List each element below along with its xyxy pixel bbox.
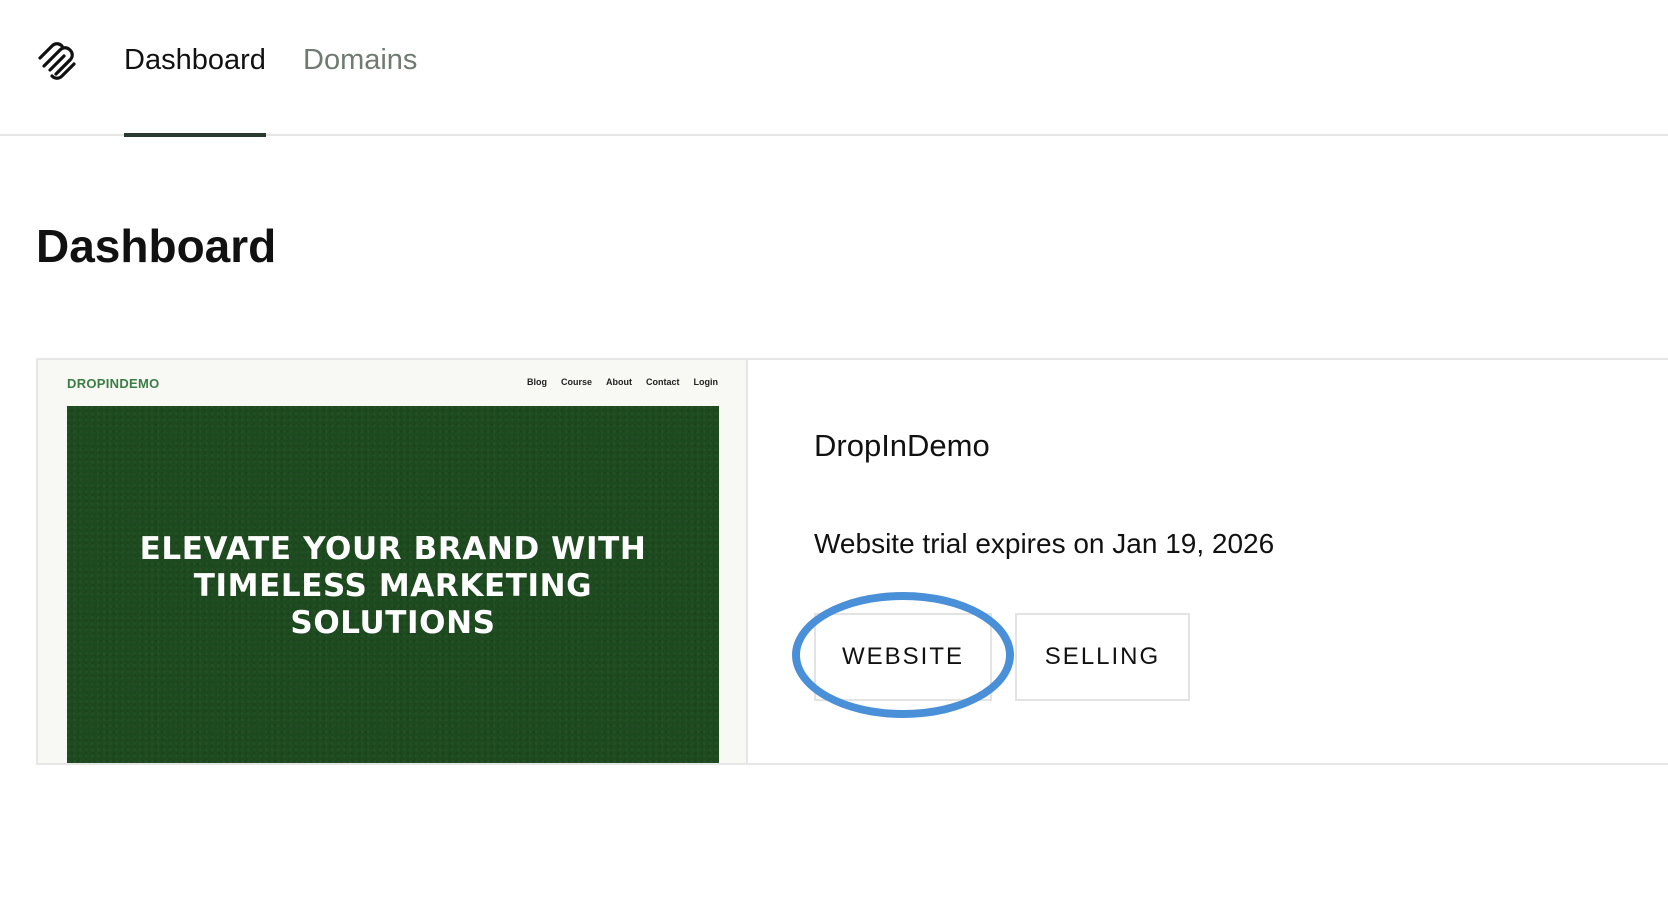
trial-status-text: Website trial expires on Jan 19, 2026 [814,528,1275,559]
thumbnail-hero: ELEVATE YOUR BRAND WITH TIMELESS MARKETI… [67,406,719,763]
site-thumbnail[interactable]: DROPINDEMO Blog Course About Contact Log… [38,360,748,763]
site-card: DROPINDEMO Blog Course About Contact Log… [36,358,1668,765]
thumbnail-navigation: Blog Course About Contact Login [527,377,718,387]
thumbnail-nav-blog: Blog [526,377,547,387]
thumbnail-brand-logo: DROPINDEMO [67,376,160,391]
thumbnail-nav-about: About [606,377,632,387]
thumbnail-nav-course: Course [560,377,592,387]
tab-domains[interactable]: Domains [303,42,417,78]
selling-button[interactable]: SELLING [1015,613,1190,701]
squarespace-logo-icon[interactable] [34,40,80,80]
page-title: Dashboard [36,220,277,272]
thumbnail-headline: ELEVATE YOUR BRAND WITH TIMELESS MARKETI… [139,530,647,641]
website-button[interactable]: WEBSITE [814,613,992,701]
top-navigation-bar: Dashboard Domains [0,0,1668,137]
thumbnail-nav-login: Login [693,377,719,387]
thumbnail-nav-contact: Contact [646,377,680,387]
site-name[interactable]: DropInDemo [814,426,990,466]
tab-dashboard[interactable]: Dashboard [124,42,266,78]
active-tab-indicator [124,133,266,137]
